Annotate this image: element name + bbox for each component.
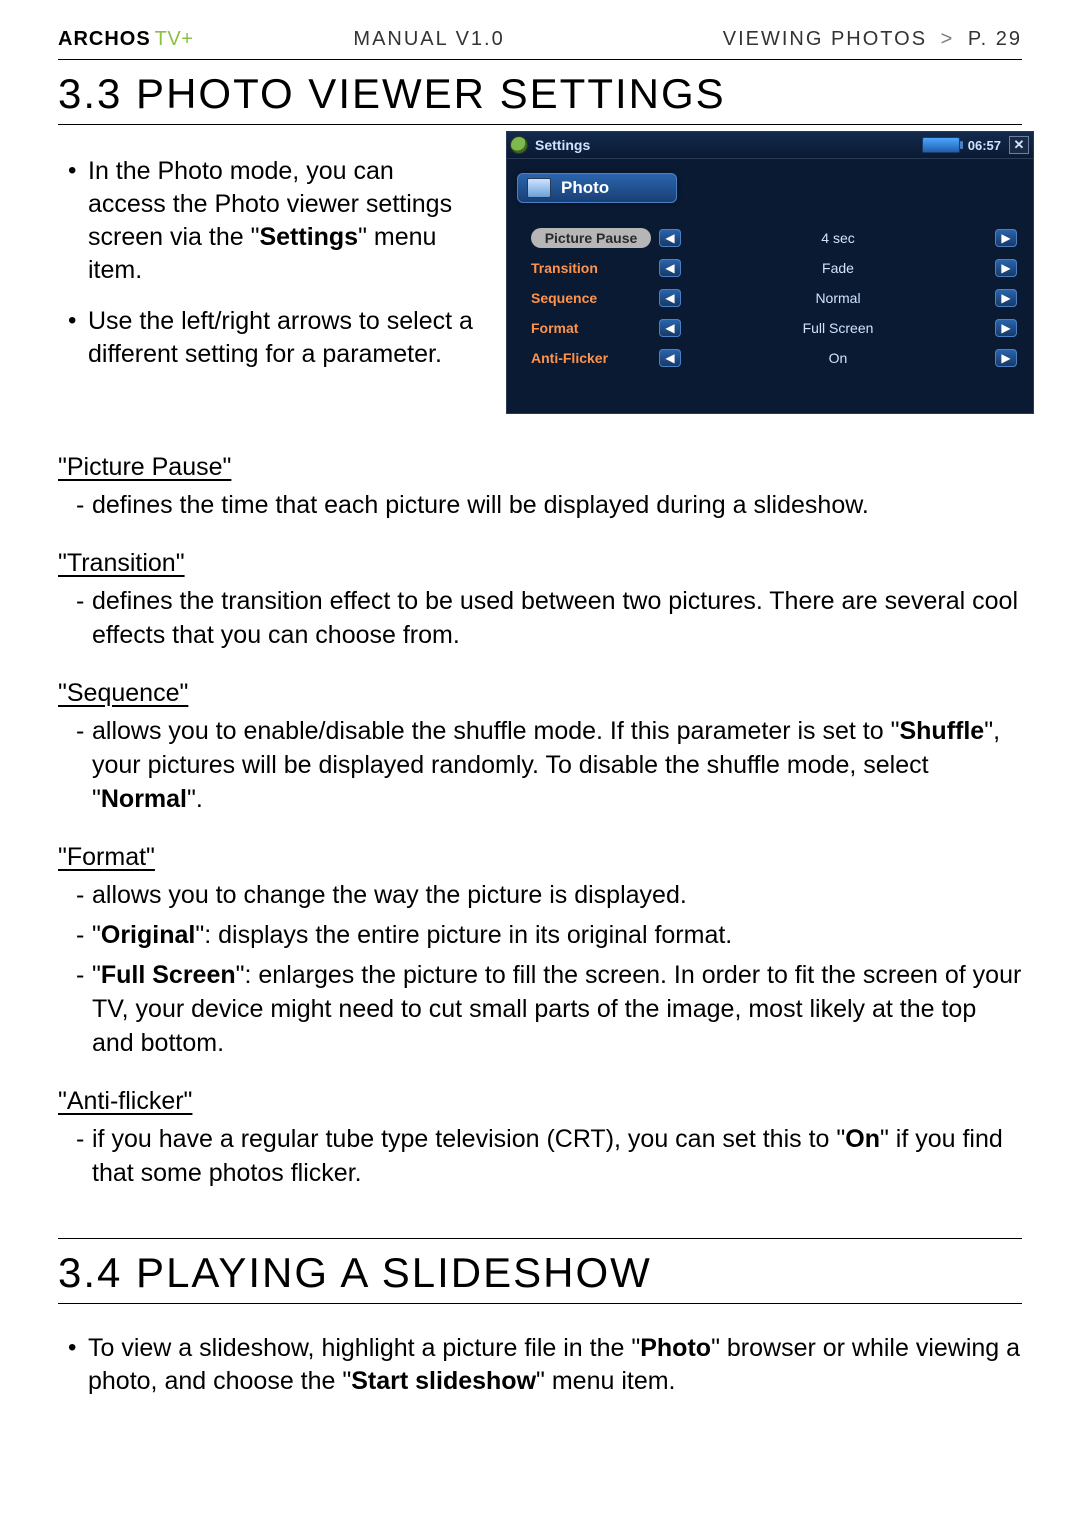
setting-row-picture-pause[interactable]: Picture Pause ◀ 4 sec ▶ xyxy=(531,223,1017,253)
setting-label: Anti-Flicker xyxy=(531,350,651,366)
arrow-left-icon[interactable]: ◀ xyxy=(659,349,681,367)
section-title: 3.4 PLAYING A SLIDESHOW xyxy=(58,1249,1022,1304)
section-playing-slideshow: 3.4 PLAYING A SLIDESHOW xyxy=(58,1238,1022,1304)
setting-label: Sequence xyxy=(531,290,651,306)
settings-window: Settings 06:57 ✕ Photo Picture Pause ◀ 4… xyxy=(506,131,1034,414)
term-desc: allows you to change the way the picture… xyxy=(76,878,1022,912)
term-anti-flicker: "Anti-flicker" xyxy=(58,1084,1022,1118)
intro-bullet-2: Use the left/right arrows to select a di… xyxy=(62,305,478,371)
setting-label: Transition xyxy=(531,260,651,276)
gear-icon xyxy=(511,137,527,153)
category-tab-photo[interactable]: Photo xyxy=(517,173,677,203)
term-desc: allows you to enable/disable the shuffle… xyxy=(76,714,1022,816)
breadcrumb-section: VIEWING PHOTOS xyxy=(723,28,927,50)
setting-value: Full Screen xyxy=(689,320,987,336)
term-picture-pause: "Picture Pause" xyxy=(58,450,1022,484)
settings-titlebar: Settings 06:57 ✕ xyxy=(507,132,1033,159)
brand-suffix: TV+ xyxy=(155,28,194,51)
setting-label: Format xyxy=(531,320,651,336)
page-header: ARCHOS TV+ MANUAL V1.0 VIEWING PHOTOS > … xyxy=(58,28,1022,53)
term-sequence: "Sequence" xyxy=(58,676,1022,710)
arrow-left-icon[interactable]: ◀ xyxy=(659,289,681,307)
setting-row-format[interactable]: Format ◀ Full Screen ▶ xyxy=(531,313,1017,343)
definitions: "Picture Pause" defines the time that ea… xyxy=(58,450,1022,1190)
clock-readout: 06:57 xyxy=(968,138,1001,153)
setting-value: 4 sec xyxy=(689,230,987,246)
breadcrumb: VIEWING PHOTOS > P. 29 xyxy=(723,28,1022,51)
manual-version: MANUAL V1.0 xyxy=(353,28,504,51)
settings-rows: Picture Pause ◀ 4 sec ▶ Transition ◀ Fad… xyxy=(507,219,1033,373)
arrow-left-icon[interactable]: ◀ xyxy=(659,319,681,337)
setting-label: Picture Pause xyxy=(531,228,651,248)
setting-value: On xyxy=(689,350,987,366)
section-title: 3.3 PHOTO VIEWER SETTINGS xyxy=(58,70,1022,125)
arrow-right-icon[interactable]: ▶ xyxy=(995,229,1017,247)
arrow-right-icon[interactable]: ▶ xyxy=(995,349,1017,367)
arrow-right-icon[interactable]: ▶ xyxy=(995,289,1017,307)
settings-screenshot: Settings 06:57 ✕ Photo Picture Pause ◀ 4… xyxy=(506,131,1034,414)
category-tab-label: Photo xyxy=(561,178,609,198)
term-desc: "Full Screen": enlarges the picture to f… xyxy=(76,958,1022,1060)
intro-bullet-1: In the Photo mode, you can access the Ph… xyxy=(62,155,478,287)
manual-page: ARCHOS TV+ MANUAL V1.0 VIEWING PHOTOS > … xyxy=(0,0,1080,1527)
close-icon[interactable]: ✕ xyxy=(1009,136,1029,154)
arrow-right-icon[interactable]: ▶ xyxy=(995,319,1017,337)
term-format: "Format" xyxy=(58,840,1022,874)
term-transition: "Transition" xyxy=(58,546,1022,580)
term-desc: defines the time that each picture will … xyxy=(76,488,1022,522)
arrow-right-icon[interactable]: ▶ xyxy=(995,259,1017,277)
setting-row-transition[interactable]: Transition ◀ Fade ▶ xyxy=(531,253,1017,283)
term-desc: "Original": displays the entire picture … xyxy=(76,918,1022,952)
setting-row-anti-flicker[interactable]: Anti-Flicker ◀ On ▶ xyxy=(531,343,1017,373)
section-photo-viewer-settings: 3.3 PHOTO VIEWER SETTINGS xyxy=(58,59,1022,125)
settings-title: Settings xyxy=(535,137,590,153)
slideshow-bullet-1: To view a slideshow, highlight a picture… xyxy=(62,1332,1022,1398)
intro-row: In the Photo mode, you can access the Ph… xyxy=(58,131,1022,414)
arrow-left-icon[interactable]: ◀ xyxy=(659,229,681,247)
brand-logo: ARCHOS xyxy=(58,28,151,51)
setting-value: Normal xyxy=(689,290,987,306)
page-number: P. 29 xyxy=(968,28,1022,50)
term-desc: if you have a regular tube type televisi… xyxy=(76,1122,1022,1190)
photo-icon xyxy=(527,178,551,198)
arrow-left-icon[interactable]: ◀ xyxy=(659,259,681,277)
setting-value: Fade xyxy=(689,260,987,276)
term-desc: defines the transition effect to be used… xyxy=(76,584,1022,652)
battery-icon xyxy=(922,137,960,153)
chevron-right-icon: > xyxy=(941,28,955,50)
intro-text: In the Photo mode, you can access the Ph… xyxy=(58,131,478,389)
setting-row-sequence[interactable]: Sequence ◀ Normal ▶ xyxy=(531,283,1017,313)
